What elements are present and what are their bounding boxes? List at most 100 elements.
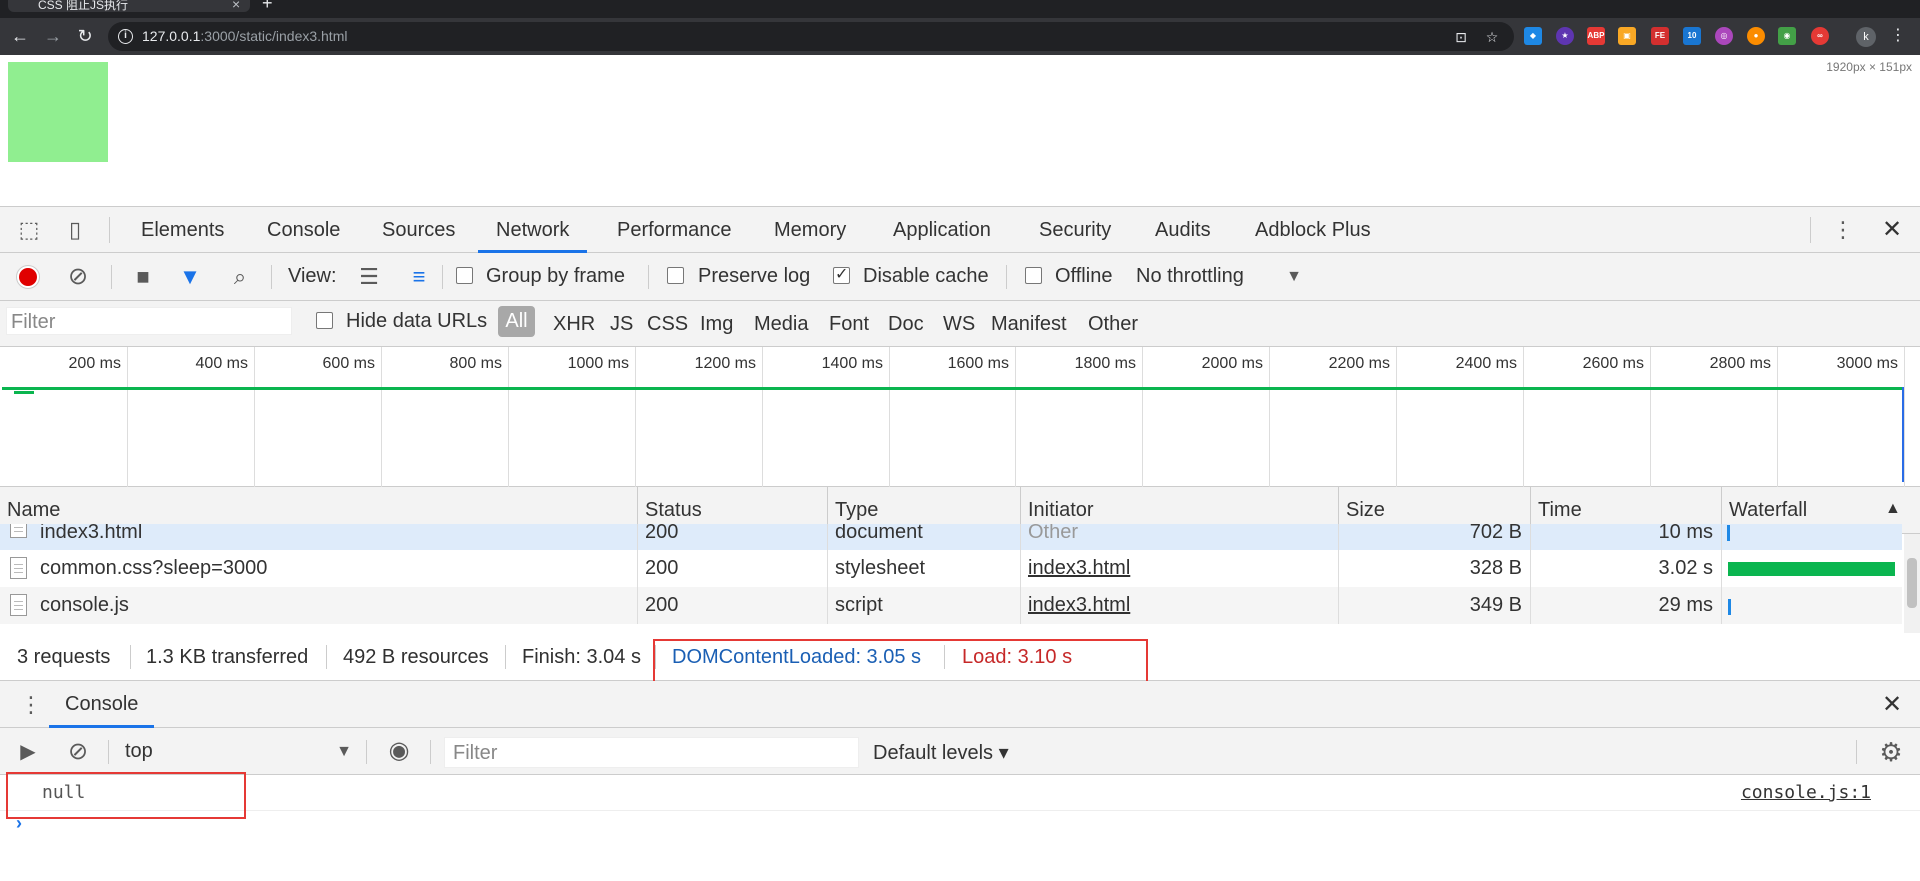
briefcase-ext-icon[interactable]: ▣	[1618, 27, 1636, 45]
profile-avatar[interactable]: k	[1856, 27, 1876, 47]
info-icon[interactable]: i	[118, 29, 133, 44]
throttling-select[interactable]: No throttling	[1136, 265, 1244, 288]
network-toolbar: ⊘ ■ ▼ ⌕ View: ☰ ≡ Group by frame Preserv…	[0, 253, 1920, 301]
preserve-log-checkbox[interactable]	[667, 267, 684, 284]
filter-type-css[interactable]: CSS	[647, 301, 688, 341]
tab-performance[interactable]: Performance	[617, 207, 732, 253]
console-toolbar: ▶ ⊘ top ▼ ◉ Filter Default levels ▾ ⚙	[0, 728, 1920, 775]
overview-icon[interactable]: ≡	[405, 263, 433, 291]
devtools-main-tabbar: ⬚ ▯ Elements Console Sources Network Per…	[0, 207, 1920, 253]
chrome-ext-icon[interactable]: ◉	[1778, 27, 1796, 45]
initiator-link[interactable]: index3.html	[1028, 557, 1130, 579]
browser-tab[interactable]: CSS 阻止JS执行 ×	[8, 0, 250, 12]
table-row[interactable]: index3.html 200 document Other 702 B 10 …	[0, 524, 1902, 550]
tab-close-icon[interactable]: ×	[232, 0, 240, 11]
tab-security[interactable]: Security	[1039, 207, 1111, 253]
table-scrollbar[interactable]	[1904, 534, 1920, 633]
context-dropdown-icon[interactable]: ▼	[334, 740, 354, 764]
devtools-menu-icon[interactable]: ⋮	[1832, 215, 1854, 245]
console-prompt-icon[interactable]: ›	[16, 813, 22, 834]
tab-adblock-plus[interactable]: Adblock Plus	[1255, 207, 1371, 253]
browser-menu-icon[interactable]: ⋮	[1890, 26, 1906, 46]
close-drawer-icon[interactable]: ✕	[1880, 691, 1904, 719]
address-bar[interactable]: i 127.0.0.1:3000/static/index3.html ⊡ ☆	[108, 22, 1514, 51]
sort-ascending-icon[interactable]: ▲	[1885, 500, 1901, 518]
url-text[interactable]: 127.0.0.1:3000/static/index3.html	[142, 22, 347, 51]
inspect-element-icon[interactable]: ⬚	[16, 217, 42, 243]
filter-type-all[interactable]: All	[498, 306, 535, 337]
reload-icon[interactable]: ↻	[74, 24, 96, 48]
filter-type-manifest[interactable]: Manifest	[991, 301, 1067, 341]
forward-icon[interactable]: →	[42, 24, 64, 48]
device-toolbar-icon[interactable]: ▯	[62, 217, 88, 243]
infinity-ext-icon[interactable]: ∞	[1811, 27, 1829, 45]
abp-ext-icon[interactable]: ABP	[1587, 27, 1605, 45]
waterfall-bar	[1728, 599, 1731, 615]
drawer-tabbar: ⋮ Console ✕	[0, 681, 1920, 728]
initiator-link[interactable]: index3.html	[1028, 594, 1130, 616]
filter-type-ws[interactable]: WS	[943, 301, 975, 341]
log-levels-select[interactable]: Default levels ▾	[873, 740, 1009, 765]
request-type: stylesheet	[827, 550, 1020, 587]
page-viewport: 1920px × 151px	[0, 55, 1920, 206]
network-filter-placeholder: Filter	[11, 311, 56, 333]
bookmark-star-icon[interactable]: ☆	[1483, 28, 1501, 46]
timeline-tick-label: 1600 ms	[947, 355, 1009, 372]
throttling-dropdown-icon[interactable]: ▼	[1284, 265, 1304, 289]
fe-ext-icon[interactable]: FE	[1651, 27, 1669, 45]
offline-checkbox[interactable]	[1025, 267, 1042, 284]
tab-elements[interactable]: Elements	[141, 207, 224, 253]
filter-type-font[interactable]: Font	[829, 301, 869, 341]
record-button[interactable]	[16, 265, 40, 289]
request-time: 10 ms	[1530, 524, 1721, 550]
tab-application[interactable]: Application	[893, 207, 991, 253]
tab-memory[interactable]: Memory	[774, 207, 846, 253]
filter-type-xhr[interactable]: XHR	[553, 301, 595, 341]
table-row[interactable]: common.css?sleep=3000 200 stylesheet ind…	[0, 550, 1902, 587]
network-filter-input[interactable]: Filter	[6, 307, 292, 335]
drawer-menu-icon[interactable]: ⋮	[20, 691, 42, 719]
star-ext-icon[interactable]: ★	[1556, 27, 1574, 45]
filter-type-other[interactable]: Other	[1088, 301, 1138, 341]
console-output: null console.js:1 ›	[0, 772, 1920, 881]
drawer-tab-console[interactable]: Console	[49, 681, 155, 728]
network-timeline-overview[interactable]: 200 ms 400 ms 600 ms 800 ms 1000 ms 1200 ms 14…	[0, 347, 1920, 487]
console-sidebar-icon[interactable]: ▶	[14, 739, 42, 765]
console-clear-icon[interactable]: ⊘	[64, 738, 92, 766]
screenshot-camera-icon[interactable]: ■	[128, 263, 158, 291]
badge-ext-icon[interactable]: 10	[1683, 27, 1701, 45]
context-select[interactable]: top	[125, 740, 153, 763]
clear-icon[interactable]: ⊘	[64, 263, 92, 291]
filter-type-media[interactable]: Media	[754, 301, 808, 341]
filter-funnel-icon[interactable]: ▼	[176, 263, 204, 291]
filter-type-doc[interactable]: Doc	[888, 301, 924, 341]
scrollbar-thumb[interactable]	[1907, 558, 1917, 608]
console-settings-gear-icon[interactable]: ⚙	[1876, 737, 1906, 767]
tab-sources[interactable]: Sources	[382, 207, 455, 253]
filter-type-img[interactable]: Img	[700, 301, 733, 341]
shield-ext-icon[interactable]: ◆	[1524, 27, 1542, 45]
table-row[interactable]: console.js 200 script index3.html 349 B …	[0, 587, 1902, 624]
large-rows-icon[interactable]: ☰	[356, 263, 382, 291]
tab-console[interactable]: Console	[267, 207, 340, 253]
close-devtools-icon[interactable]: ✕	[1880, 215, 1904, 245]
record-icon	[19, 268, 37, 286]
console-message-source-link[interactable]: console.js:1	[1741, 775, 1871, 811]
orange-ext-icon[interactable]: ●	[1747, 27, 1765, 45]
request-waterfall	[1721, 550, 1902, 587]
url-host: 127.0.0.1	[142, 28, 201, 44]
hide-data-urls-checkbox[interactable]	[316, 312, 333, 329]
filter-type-js[interactable]: JS	[610, 301, 633, 341]
console-filter-input[interactable]: Filter	[444, 737, 859, 768]
live-expression-eye-icon[interactable]: ◉	[382, 737, 416, 765]
request-name: common.css?sleep=3000	[0, 550, 637, 587]
disable-cache-checkbox[interactable]	[833, 264, 850, 284]
tab-audits[interactable]: Audits	[1155, 207, 1211, 253]
new-tab-button[interactable]: +	[262, 0, 273, 12]
grid-ext-icon[interactable]: ◎	[1715, 27, 1733, 45]
search-icon[interactable]: ⌕	[226, 263, 254, 291]
tab-network[interactable]: Network	[478, 207, 588, 253]
translate-icon[interactable]: ⊡	[1452, 28, 1470, 46]
group-by-frame-checkbox[interactable]	[456, 267, 473, 284]
back-icon[interactable]: ←	[9, 24, 31, 48]
